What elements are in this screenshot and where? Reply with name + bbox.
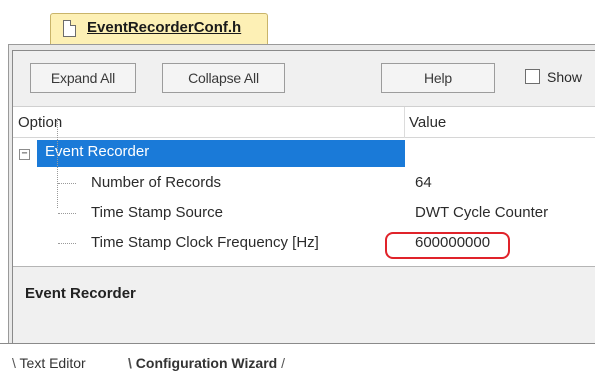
tab-text-editor[interactable]: \ Text Editor (12, 350, 86, 378)
document-icon (63, 20, 76, 37)
expand-all-button[interactable]: Expand All (30, 63, 136, 93)
option-label: Time Stamp Source (91, 204, 223, 221)
wizard-toolbar: Expand All Collapse All Help Show (13, 51, 595, 106)
tab-configuration-wizard-label: Configuration Wizard (135, 355, 278, 371)
description-pane: Event Recorder (13, 266, 595, 344)
option-value[interactable]: 64 (415, 174, 432, 191)
bottom-tabstrip: \ Text Editor \ Configuration Wizard / (0, 343, 595, 382)
value-column-header[interactable]: Value (409, 114, 446, 131)
value-highlight-annotation (385, 232, 510, 259)
configuration-wizard-panel: Expand All Collapse All Help Show Option… (12, 50, 595, 344)
help-button[interactable]: Help (381, 63, 495, 93)
tab-text-editor-label: Text Editor (19, 355, 86, 371)
tree-item-time-stamp-source[interactable]: Time Stamp Source DWT Cycle Counter (13, 200, 595, 230)
option-value[interactable]: DWT Cycle Counter (415, 204, 548, 221)
description-title: Event Recorder (25, 285, 136, 302)
checkbox-icon[interactable] (525, 69, 540, 84)
file-tab-eventrecorderconf[interactable]: EventRecorderConf.h (50, 13, 268, 44)
tree-connector-branch (58, 243, 76, 244)
collapse-all-button[interactable]: Collapse All (162, 63, 285, 93)
file-tab-label: EventRecorderConf.h (87, 19, 242, 36)
tree-group-event-recorder[interactable]: − Event Recorder (13, 139, 595, 169)
tab-configuration-wizard[interactable]: \ Configuration Wizard / (128, 350, 285, 378)
show-checkbox-label: Show (547, 69, 583, 85)
tree-group-label: Event Recorder (45, 143, 150, 160)
tree-connector-branch (58, 213, 76, 214)
tree-connector-branch (58, 183, 76, 184)
column-header: Option Value (13, 106, 595, 138)
editor-tabstrip: EventRecorderConf.h (0, 0, 595, 44)
tree-item-number-of-records[interactable]: Number of Records 64 (13, 170, 595, 200)
collapse-toggle-icon[interactable]: − (19, 149, 30, 160)
tree-connector-line (57, 118, 58, 208)
option-label: Number of Records (91, 174, 222, 191)
option-column-header[interactable]: Option (18, 114, 62, 131)
option-label: Time Stamp Clock Frequency [Hz] (91, 234, 319, 251)
show-checkbox[interactable]: Show (525, 69, 582, 85)
column-divider[interactable] (404, 107, 405, 138)
